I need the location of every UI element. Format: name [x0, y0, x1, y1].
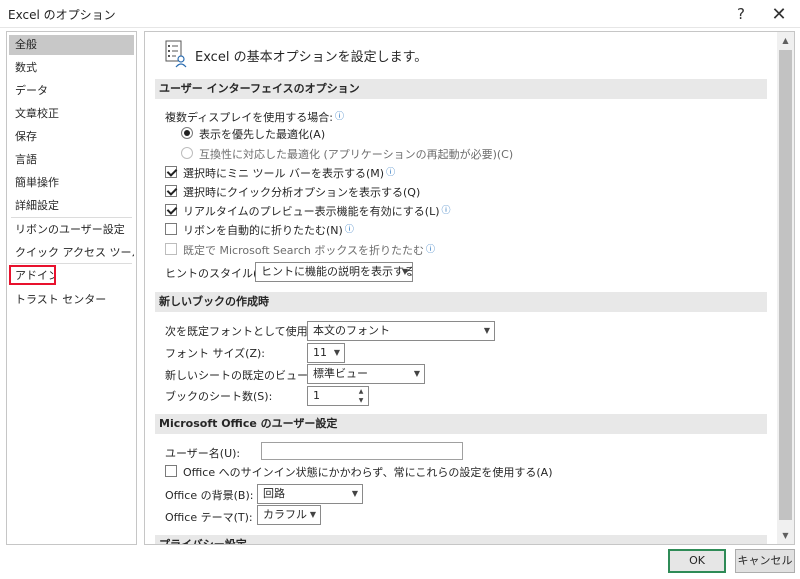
section-privacy: プライバシー設定	[155, 535, 767, 544]
sheet-count-label: ブックのシート数(S):	[165, 390, 273, 403]
sidebar-item-addins[interactable]: アドイン	[9, 265, 56, 285]
radio-optimize-appearance[interactable]	[181, 127, 193, 139]
chevron-down-icon: ▼	[413, 369, 420, 378]
username-input[interactable]	[261, 442, 463, 460]
ok-button[interactable]: OK	[668, 549, 726, 573]
sidebar-item-data[interactable]: データ	[9, 81, 134, 101]
info-icon: ⓘ	[344, 225, 354, 235]
sheet-count-value: 1	[313, 389, 320, 402]
sidebar-item-save[interactable]: 保存	[9, 127, 134, 147]
checkbox-collapse-ribbon-label: リボンを自動的に折りたたむ(N)	[183, 224, 343, 237]
sidebar-item-accessibility[interactable]: 簡単操作	[9, 173, 134, 193]
sidebar-item-trust-center[interactable]: トラスト センター	[9, 290, 134, 310]
page-title: Excel の基本オプションを設定します。	[195, 50, 428, 65]
checkbox-quick-analysis-label: 選択時にクイック分析オプションを表示する(Q)	[183, 186, 421, 199]
checkbox-live-preview[interactable]	[165, 204, 177, 216]
info-icon: ⓘ	[334, 112, 344, 122]
sidebar-divider	[11, 263, 132, 264]
chevron-down-icon: ▼	[351, 489, 358, 498]
checkbox-collapse-ribbon-row: リボンを自動的に折りたたむ(N) ⓘ	[183, 222, 354, 238]
default-view-label: 新しいシートの既定のビュー(V):	[165, 369, 328, 382]
username-label: ユーザー名(U):	[165, 447, 241, 460]
help-icon[interactable]: ?	[722, 0, 760, 28]
default-font-select[interactable]: 本文のフォント ▼	[307, 321, 495, 341]
checkbox-quick-analysis[interactable]	[165, 185, 177, 197]
radio-optimize-compat[interactable]	[181, 147, 193, 159]
title-bar: Excel のオプション ? ✕	[0, 0, 800, 28]
section-ui-options: ユーザー インターフェイスのオプション	[155, 79, 767, 99]
checkbox-mini-toolbar-row: 選択時にミニ ツール バーを表示する(M) ⓘ	[183, 165, 395, 181]
checkbox-live-preview-row: リアルタイムのプレビュー表示機能を有効にする(L) ⓘ	[183, 203, 451, 219]
font-size-value: 11	[313, 346, 327, 359]
sidebar-item-proofing[interactable]: 文章校正	[9, 104, 134, 124]
tooltip-style-select[interactable]: ヒントに機能の説明を表示する ▼	[255, 262, 413, 282]
checkbox-always-use-settings-label: Office へのサインイン状態にかかわらず、常にこれらの設定を使用する(A)	[183, 466, 553, 479]
office-theme-select[interactable]: カラフル ▼	[257, 505, 321, 525]
radio-optimize-compat-label: 互換性に対応した最適化 (アプリケーションの再起動が必要)(C)	[199, 148, 514, 161]
sidebar-item-customize-ribbon[interactable]: リボンのユーザー設定	[9, 220, 134, 240]
multi-display-row: 複数ディスプレイを使用する場合: ⓘ	[165, 109, 344, 125]
office-background-label: Office の背景(B):	[165, 489, 254, 502]
checkbox-collapse-search[interactable]	[165, 243, 177, 255]
scrollbar-thumb[interactable]	[779, 50, 792, 520]
chevron-down-icon: ▼	[401, 267, 408, 276]
window-title: Excel のオプション	[8, 8, 116, 22]
tooltip-style-value: ヒントに機能の説明を表示する	[261, 265, 413, 278]
chevron-down-icon: ▼	[483, 326, 490, 335]
settings-list-icon	[165, 40, 187, 68]
checkbox-collapse-ribbon[interactable]	[165, 223, 177, 235]
font-size-label: フォント サイズ(Z):	[165, 347, 265, 360]
sidebar-item-language[interactable]: 言語	[9, 150, 134, 170]
chevron-down-icon: ▼	[309, 510, 316, 519]
default-font-label: 次を既定フォントとして使用(N):	[165, 325, 329, 338]
checkbox-mini-toolbar[interactable]	[165, 166, 177, 178]
checkbox-collapse-search-label: 既定で Microsoft Search ボックスを折りたたむ	[183, 244, 425, 257]
cancel-button[interactable]: キャンセル	[735, 549, 795, 573]
checkbox-collapse-search-row: 既定で Microsoft Search ボックスを折りたたむ ⓘ	[183, 242, 435, 258]
info-icon: ⓘ	[441, 206, 451, 216]
sidebar-divider	[11, 217, 132, 218]
office-background-select[interactable]: 回路 ▼	[257, 484, 363, 504]
sidebar-nav: 全般 数式 データ 文章校正 保存 言語 簡単操作 詳細設定 リボンのユーザー設…	[6, 31, 137, 545]
chevron-down-icon: ▼	[333, 348, 340, 357]
info-icon: ⓘ	[426, 245, 436, 255]
checkbox-always-use-settings[interactable]	[165, 465, 177, 477]
sidebar-item-advanced[interactable]: 詳細設定	[9, 196, 134, 216]
spinner-arrows-icon[interactable]: ▲ ▼	[356, 387, 366, 405]
radio-optimize-appearance-label: 表示を優先した最適化(A)	[199, 128, 326, 141]
sidebar-item-quick-access-toolbar[interactable]: クイック アクセス ツール バー	[9, 243, 134, 263]
font-size-select[interactable]: 11 ▼	[307, 343, 345, 363]
section-user-settings: Microsoft Office のユーザー設定	[155, 414, 767, 434]
options-content-pane: Excel の基本オプションを設定します。 ユーザー インターフェイスのオプショ…	[144, 31, 795, 545]
multi-display-label: 複数ディスプレイを使用する場合:	[165, 111, 333, 124]
sidebar-item-formulas[interactable]: 数式	[9, 58, 134, 78]
vertical-scrollbar[interactable]: ▲ ▼	[777, 32, 794, 544]
default-view-value: 標準ビュー	[313, 367, 368, 380]
scroll-down-icon[interactable]: ▼	[777, 527, 794, 544]
office-theme-label: Office テーマ(T):	[165, 511, 253, 524]
office-background-value: 回路	[263, 487, 285, 500]
checkbox-mini-toolbar-label: 選択時にミニ ツール バーを表示する(M)	[183, 167, 385, 180]
section-new-workbook: 新しいブックの作成時	[155, 292, 767, 312]
default-font-value: 本文のフォント	[313, 324, 390, 337]
close-icon[interactable]: ✕	[760, 0, 798, 28]
scroll-up-icon[interactable]: ▲	[777, 32, 794, 49]
sidebar-item-general[interactable]: 全般	[9, 35, 134, 55]
checkbox-live-preview-label: リアルタイムのプレビュー表示機能を有効にする(L)	[183, 205, 440, 218]
info-icon: ⓘ	[386, 168, 396, 178]
office-theme-value: カラフル	[263, 508, 307, 521]
default-view-select[interactable]: 標準ビュー ▼	[307, 364, 425, 384]
sheet-count-spinner[interactable]: 1 ▲ ▼	[307, 386, 369, 406]
